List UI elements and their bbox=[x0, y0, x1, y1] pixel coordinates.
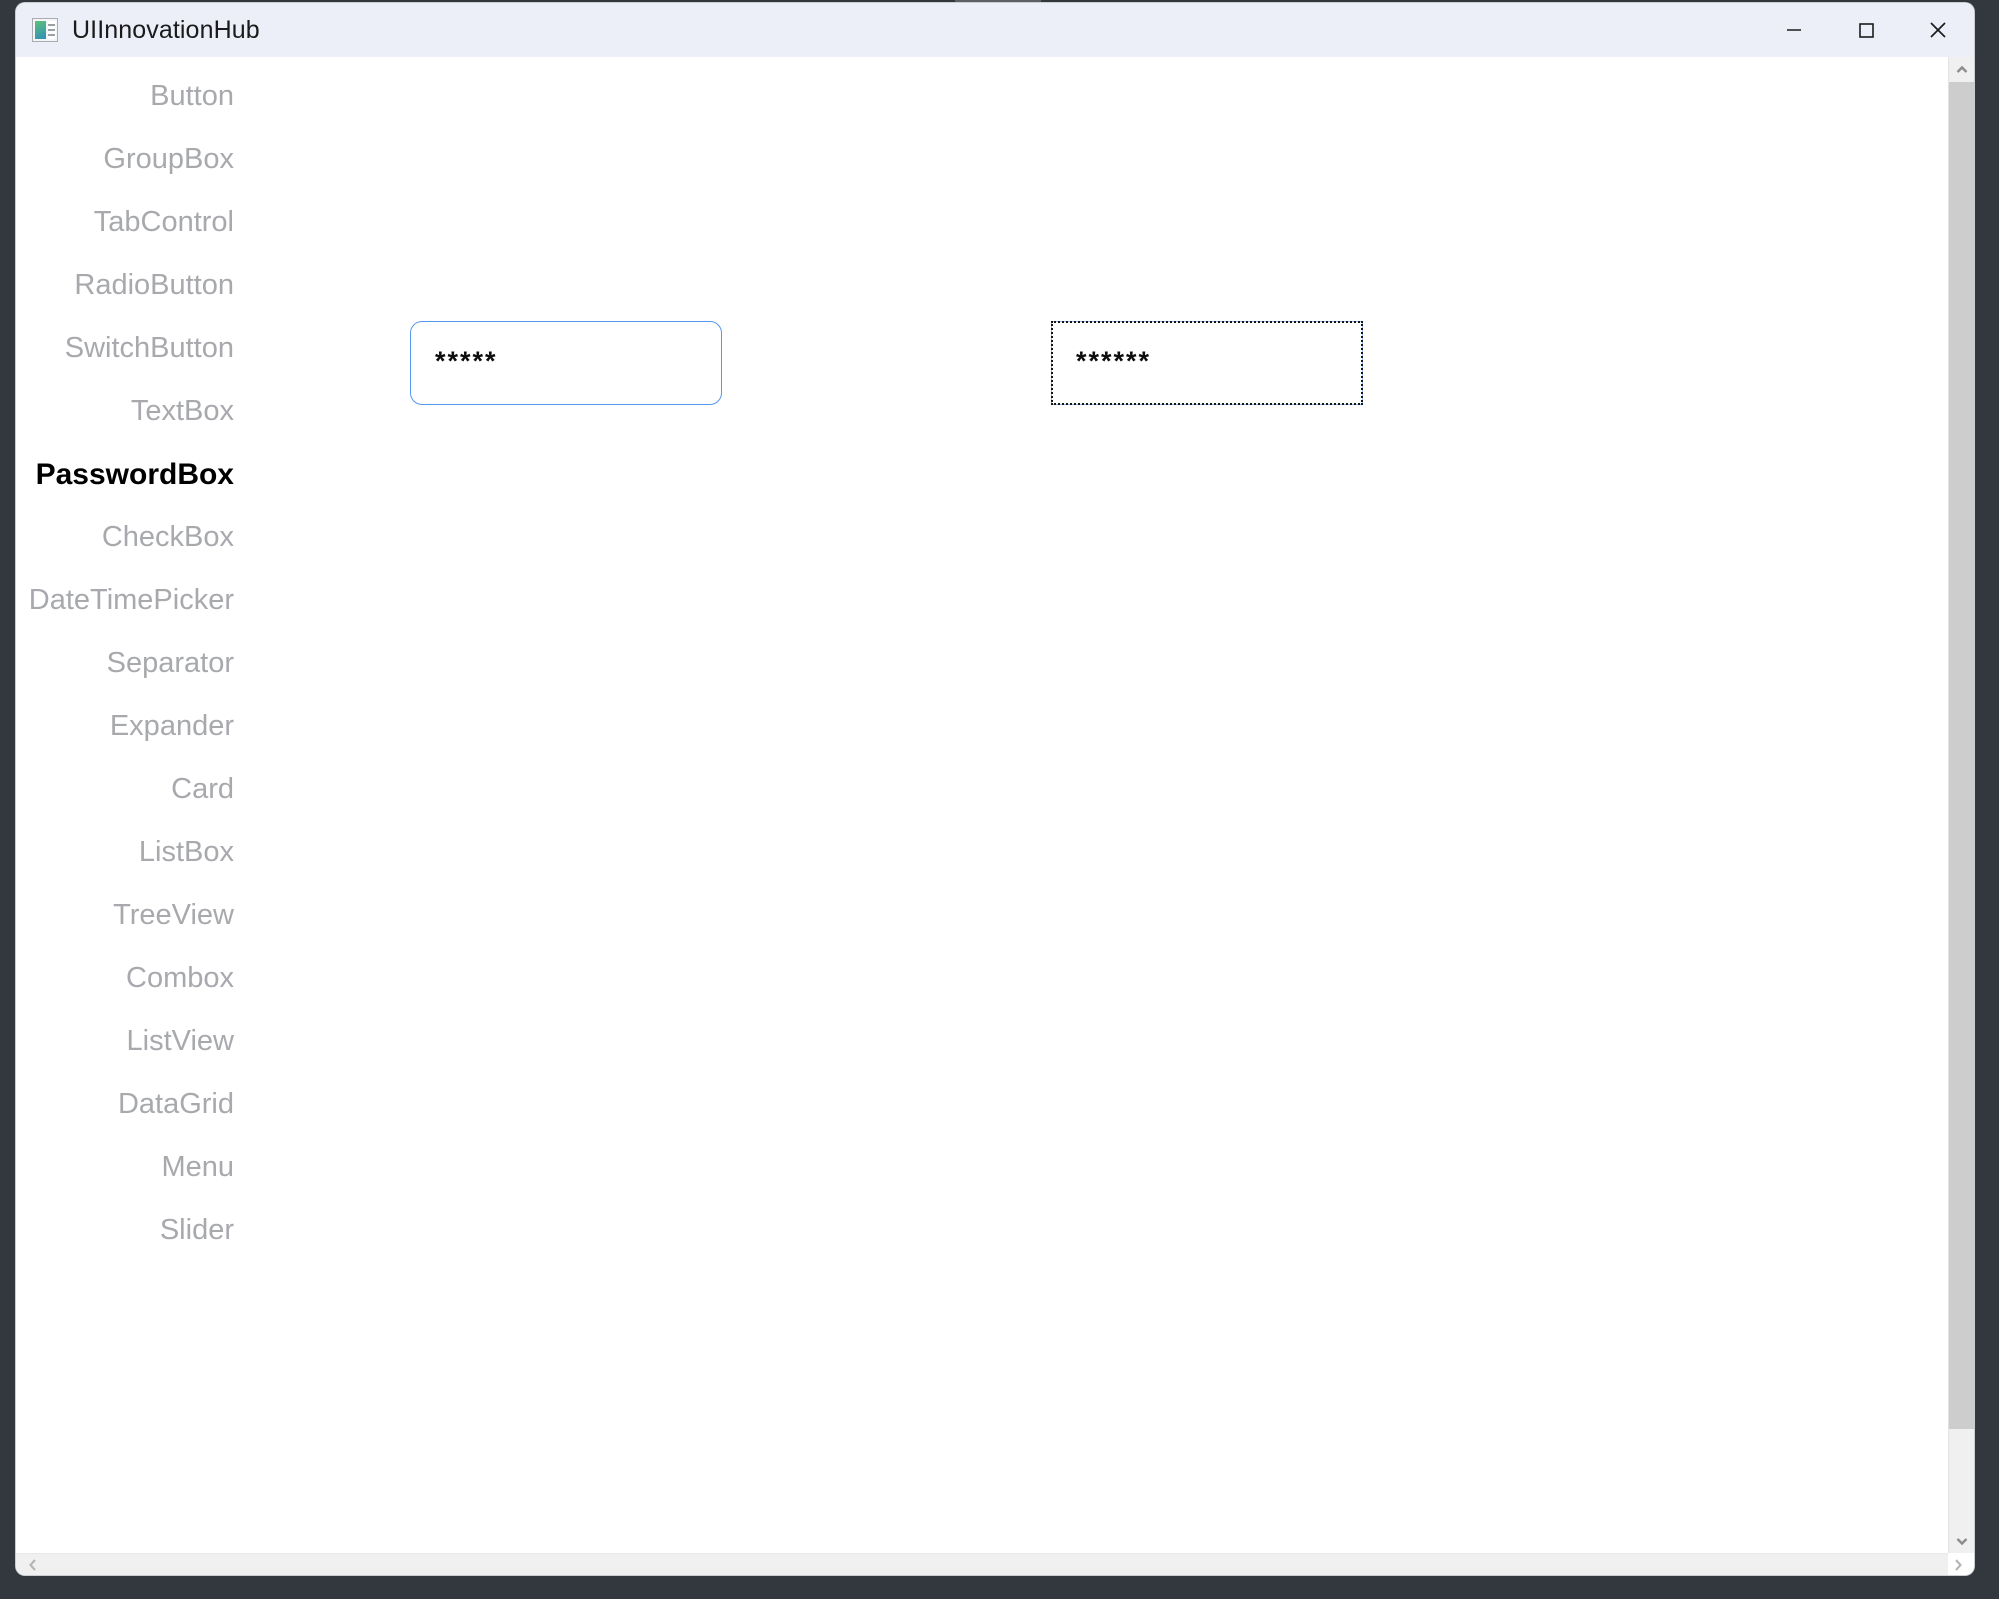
nav-item-combox[interactable]: Combox bbox=[16, 947, 396, 1010]
vertical-scroll-thumb[interactable] bbox=[1949, 82, 1974, 1429]
password-input-secondary[interactable]: ****** bbox=[1051, 321, 1363, 405]
nav-item-card[interactable]: Card bbox=[16, 758, 396, 821]
nav-item-menu[interactable]: Menu bbox=[16, 1136, 396, 1199]
vertical-scrollbar[interactable] bbox=[1948, 57, 1974, 1553]
nav-item-datetimepicker[interactable]: DateTimePicker bbox=[16, 569, 396, 632]
minimize-button[interactable] bbox=[1758, 3, 1830, 57]
close-button[interactable] bbox=[1902, 3, 1974, 57]
nav-item-button[interactable]: Button bbox=[16, 65, 396, 128]
nav-item-radiobutton[interactable]: RadioButton bbox=[16, 254, 396, 317]
desktop-backdrop: UIInnovationHub Button GroupBox TabContr… bbox=[0, 0, 1999, 1599]
window-controls bbox=[1758, 3, 1974, 57]
nav-item-switchbutton[interactable]: SwitchButton bbox=[16, 317, 396, 380]
nav-item-groupbox[interactable]: GroupBox bbox=[16, 128, 396, 191]
chevron-right-icon[interactable] bbox=[1945, 1554, 1970, 1575]
nav-item-datagrid[interactable]: DataGrid bbox=[16, 1073, 396, 1136]
nav-item-expander[interactable]: Expander bbox=[16, 695, 396, 758]
password-masked-value: ***** bbox=[435, 345, 498, 376]
control-navigation-list: Button GroupBox TabControl RadioButton S… bbox=[16, 57, 396, 1262]
password-input-primary[interactable]: ***** bbox=[410, 321, 722, 405]
chevron-down-icon[interactable] bbox=[1949, 1528, 1974, 1553]
nav-item-checkbox[interactable]: CheckBox bbox=[16, 506, 396, 569]
password-masked-value: ****** bbox=[1076, 345, 1152, 376]
application-window: UIInnovationHub Button GroupBox TabContr… bbox=[16, 3, 1974, 1575]
nav-item-listview[interactable]: ListView bbox=[16, 1010, 396, 1073]
chevron-up-icon[interactable] bbox=[1949, 57, 1974, 82]
maximize-button[interactable] bbox=[1830, 3, 1902, 57]
nav-item-tabcontrol[interactable]: TabControl bbox=[16, 191, 396, 254]
nav-item-slider[interactable]: Slider bbox=[16, 1199, 396, 1262]
app-icon-right-pane bbox=[48, 21, 56, 39]
app-window-icon bbox=[32, 18, 58, 42]
nav-item-passwordbox[interactable]: PasswordBox bbox=[16, 443, 396, 506]
nav-item-treeview[interactable]: TreeView bbox=[16, 884, 396, 947]
chevron-left-icon[interactable] bbox=[20, 1554, 45, 1575]
title-bar[interactable]: UIInnovationHub bbox=[16, 3, 1974, 57]
nav-item-textbox[interactable]: TextBox bbox=[16, 380, 396, 443]
client-area: Button GroupBox TabControl RadioButton S… bbox=[16, 57, 1974, 1575]
window-title: UIInnovationHub bbox=[72, 15, 260, 44]
app-icon-left-pane bbox=[35, 21, 46, 39]
nav-item-separator[interactable]: Separator bbox=[16, 632, 396, 695]
nav-item-listbox[interactable]: ListBox bbox=[16, 821, 396, 884]
horizontal-scrollbar[interactable] bbox=[16, 1553, 1962, 1575]
